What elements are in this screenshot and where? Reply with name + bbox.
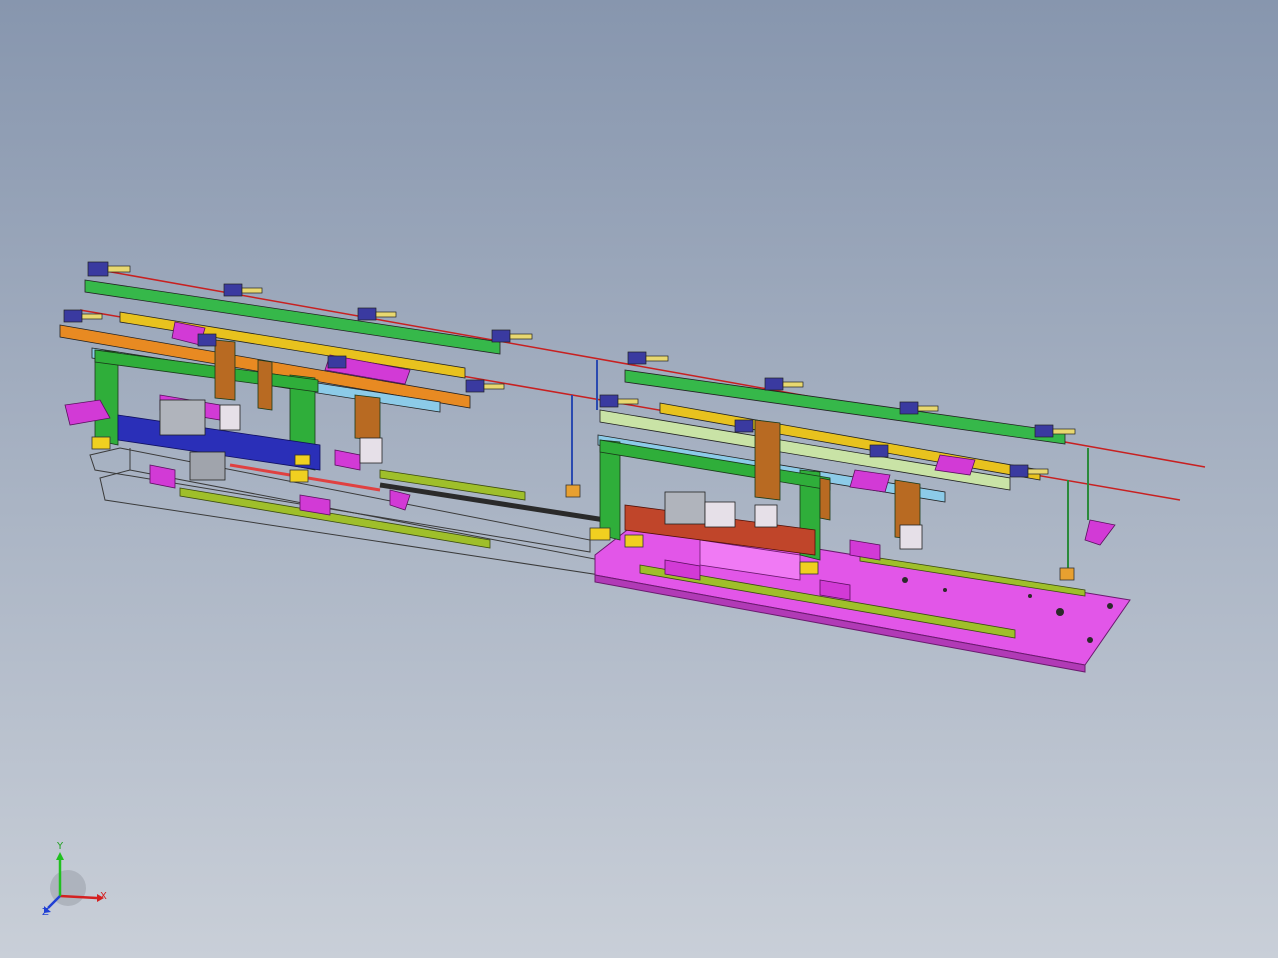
assembly-model[interactable] xyxy=(0,0,1278,958)
triad-y-label: Y xyxy=(57,841,64,852)
triad-x-label: X xyxy=(100,891,107,902)
cad-3d-viewport[interactable]: X Y Z xyxy=(0,0,1278,958)
triad-z-label: Z xyxy=(42,907,49,918)
